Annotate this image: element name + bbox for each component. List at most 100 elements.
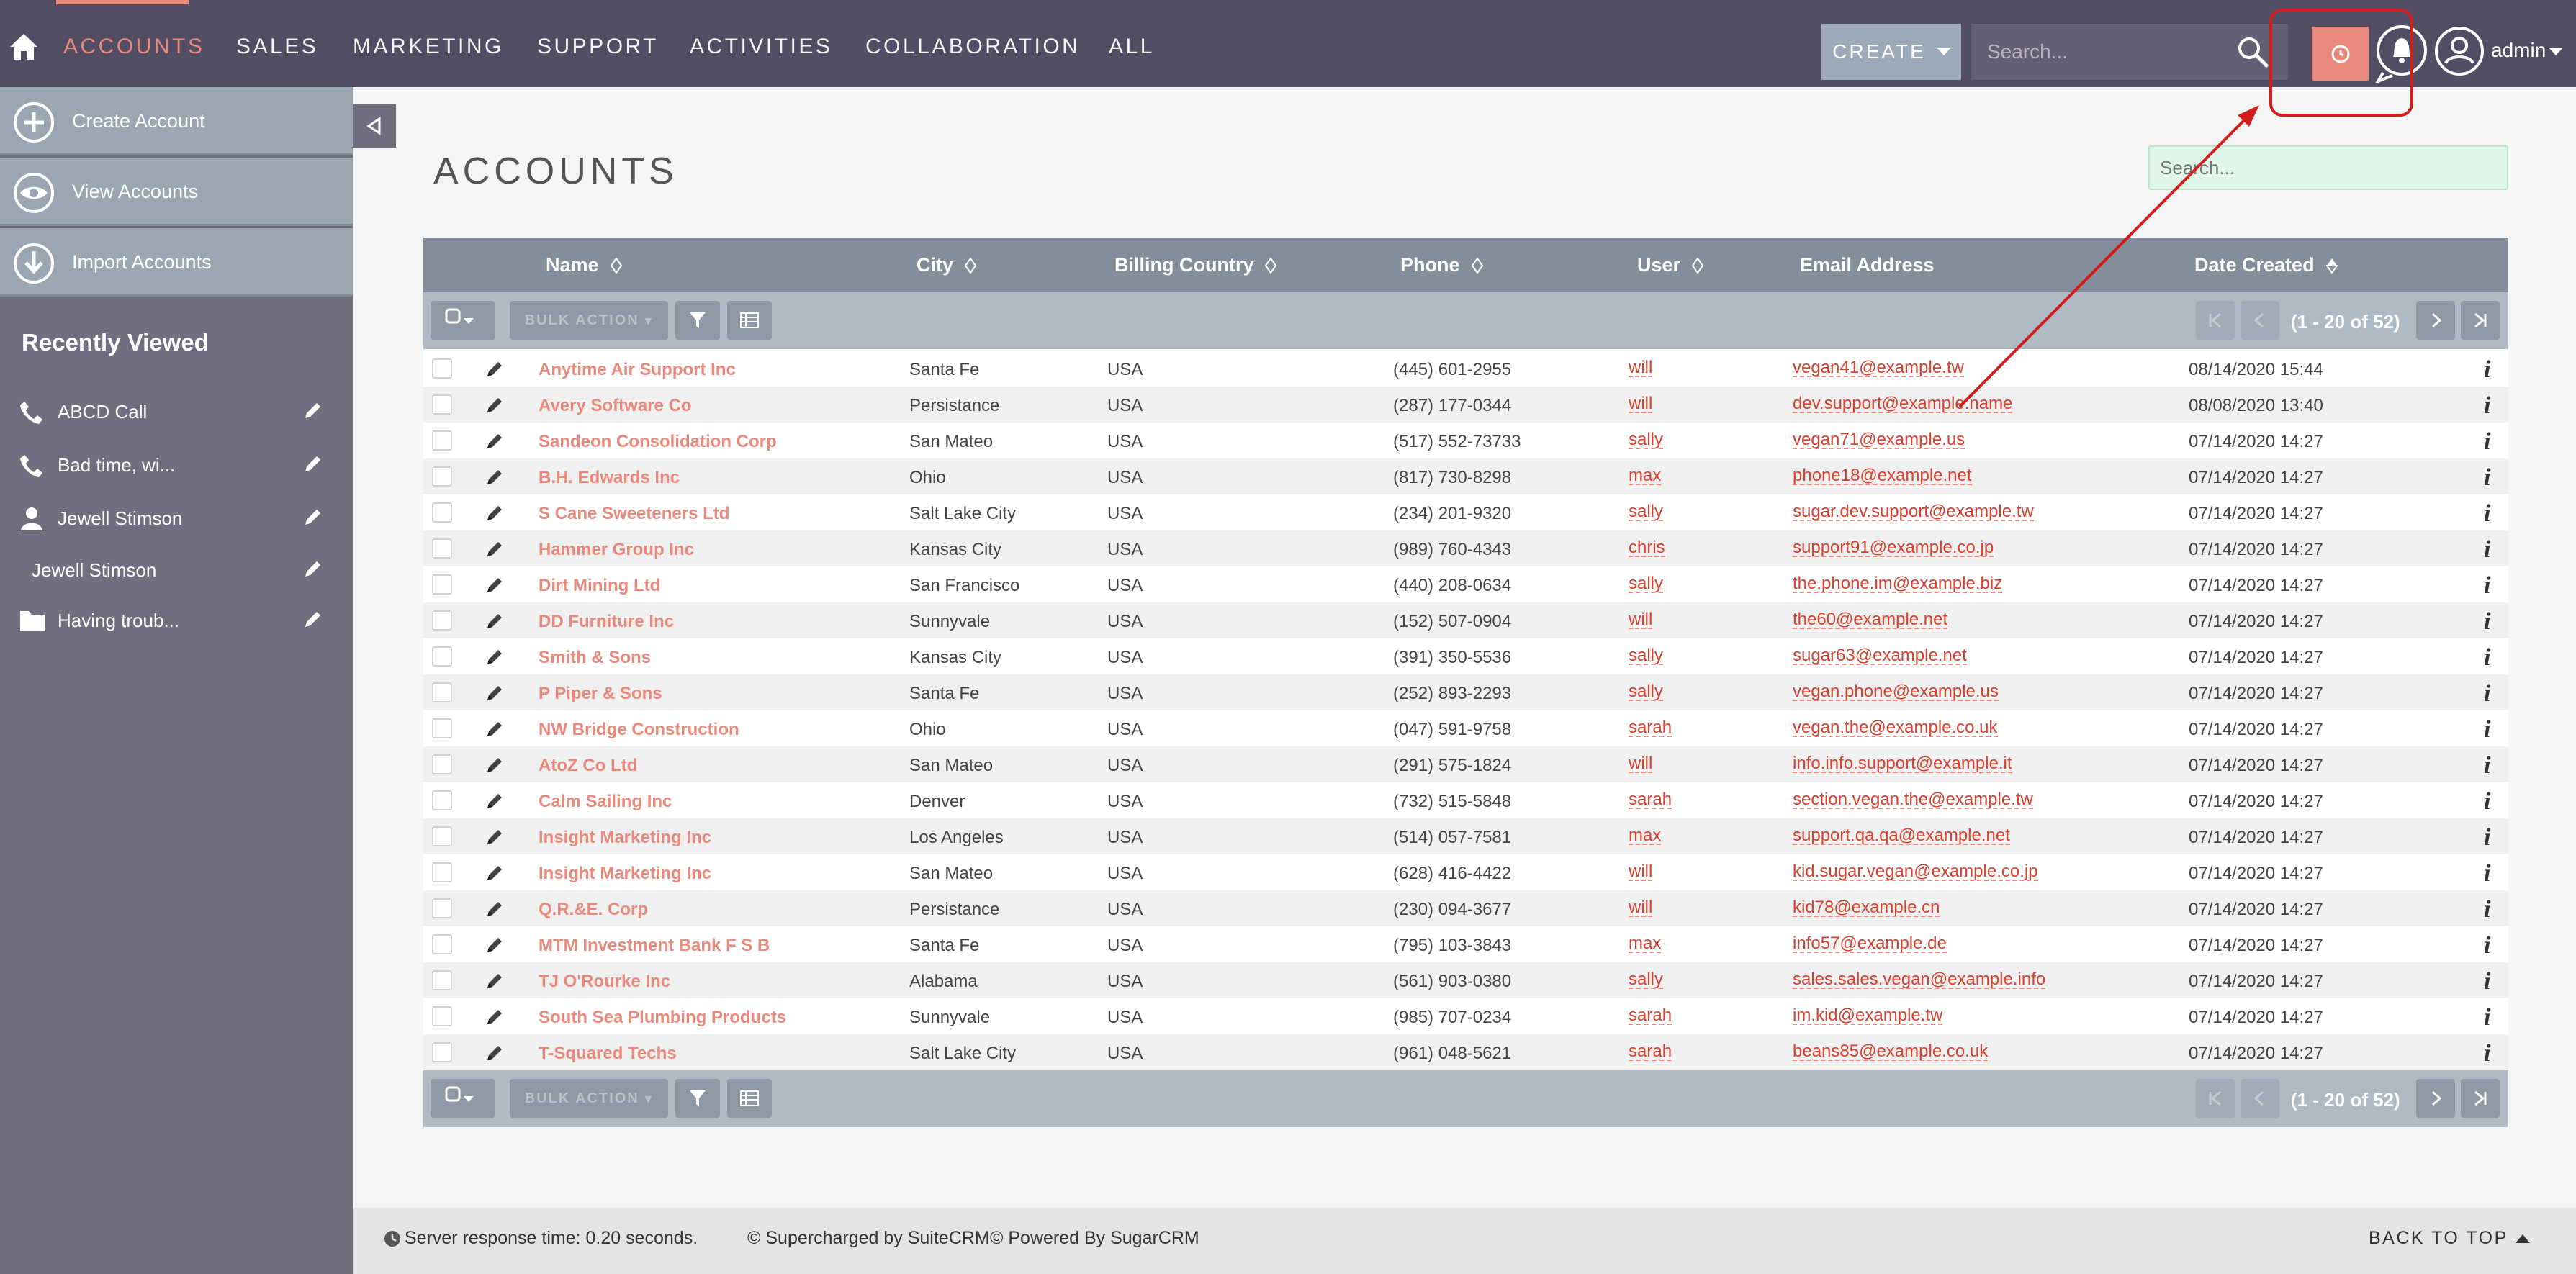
select-all-dropdown[interactable]	[431, 301, 495, 340]
cell-user-link[interactable]: sarah	[1629, 1043, 1672, 1061]
cell-email-link[interactable]: sugar63@example.net	[1793, 647, 1967, 665]
pencil-icon[interactable]	[485, 720, 504, 738]
last-page-button[interactable]	[2461, 301, 2500, 340]
pencil-icon[interactable]	[485, 468, 504, 487]
info-icon[interactable]: i	[2484, 356, 2490, 384]
pencil-icon[interactable]	[485, 540, 504, 559]
nav-collaboration[interactable]: COLLABORATION	[865, 35, 1080, 59]
row-checkbox[interactable]	[432, 682, 452, 702]
pencil-icon[interactable]	[485, 864, 504, 882]
account-name-link[interactable]: T-Squared Techs	[539, 1044, 677, 1064]
last-page-button[interactable]	[2461, 1079, 2500, 1118]
bulk-action-button[interactable]: BULK ACTION ▾	[510, 1079, 668, 1118]
first-page-button[interactable]	[2196, 301, 2235, 340]
info-icon[interactable]: i	[2484, 860, 2490, 887]
sidebar-import-accounts[interactable]: Import Accounts	[0, 228, 353, 297]
cell-email-link[interactable]: info57@example.de	[1793, 935, 1947, 953]
pencil-icon[interactable]	[485, 576, 504, 595]
recent-item[interactable]: ABCD Call	[0, 388, 353, 431]
account-name-link[interactable]: Insight Marketing Inc	[539, 828, 711, 848]
sidebar-view-accounts[interactable]: View Accounts	[0, 158, 353, 226]
cell-user-link[interactable]: will	[1629, 899, 1653, 917]
nav-all[interactable]: ALL	[1109, 35, 1155, 59]
cell-user-link[interactable]: will	[1629, 755, 1653, 773]
row-checkbox[interactable]	[432, 574, 452, 595]
column-chooser-button[interactable]	[727, 301, 772, 340]
account-name-link[interactable]: NW Bridge Construction	[539, 720, 739, 740]
cell-email-link[interactable]: support.qa.qa@example.net	[1793, 827, 2010, 845]
column-header-city[interactable]: City	[917, 254, 977, 276]
create-button[interactable]: CREATE	[1821, 24, 1961, 80]
row-checkbox[interactable]	[432, 430, 452, 451]
account-name-link[interactable]: Avery Software Co	[539, 396, 692, 416]
pencil-icon[interactable]	[485, 684, 504, 702]
suitecrm-credit[interactable]: © Supercharged by SuiteCRM	[747, 1228, 990, 1249]
cell-user-link[interactable]: will	[1629, 863, 1653, 881]
pencil-icon[interactable]	[485, 504, 504, 523]
nav-activities[interactable]: ACTIVITIES	[690, 35, 832, 59]
user-menu-name[interactable]: admin	[2491, 39, 2546, 62]
search-icon[interactable]	[2236, 35, 2269, 68]
pencil-icon[interactable]	[485, 1008, 504, 1026]
pencil-icon[interactable]	[302, 401, 323, 421]
cell-user-link[interactable]: max	[1629, 467, 1662, 485]
info-icon[interactable]: i	[2484, 932, 2490, 959]
nav-marketing[interactable]: MARKETING	[353, 35, 504, 59]
cell-user-link[interactable]: sally	[1629, 971, 1664, 989]
account-name-link[interactable]: AtoZ Co Ltd	[539, 756, 637, 776]
cell-user-link[interactable]: max	[1629, 827, 1662, 845]
column-chooser-button[interactable]	[727, 1079, 772, 1118]
info-icon[interactable]: i	[2484, 428, 2490, 456]
column-header-phone[interactable]: Phone	[1400, 254, 1483, 276]
recent-item[interactable]: Bad time, wi...	[0, 441, 353, 484]
cell-email-link[interactable]: kid78@example.cn	[1793, 899, 1940, 917]
recent-item[interactable]: Jewell Stimson	[0, 494, 353, 538]
cell-email-link[interactable]: sales.sales.vegan@example.info	[1793, 971, 2046, 989]
info-icon[interactable]: i	[2484, 608, 2490, 636]
row-checkbox[interactable]	[432, 538, 452, 559]
row-checkbox[interactable]	[432, 934, 452, 954]
cell-user-link[interactable]: sally	[1629, 575, 1664, 593]
column-header-billing-country[interactable]: Billing Country	[1114, 254, 1277, 276]
cell-user-link[interactable]: sally	[1629, 431, 1664, 449]
account-name-link[interactable]: Dirt Mining Ltd	[539, 576, 660, 596]
cell-email-link[interactable]: dev.support@example.name	[1793, 395, 2013, 413]
info-icon[interactable]: i	[2484, 968, 2490, 995]
row-checkbox[interactable]	[432, 394, 452, 415]
row-checkbox[interactable]	[432, 898, 452, 918]
row-checkbox[interactable]	[432, 466, 452, 487]
user-avatar-icon[interactable]	[2434, 26, 2485, 76]
cell-user-link[interactable]: will	[1629, 611, 1653, 629]
pencil-icon[interactable]	[485, 1044, 504, 1062]
account-name-link[interactable]: S Cane Sweeteners Ltd	[539, 504, 729, 524]
info-icon[interactable]: i	[2484, 824, 2490, 851]
column-header-user[interactable]: User	[1637, 254, 1704, 276]
row-checkbox[interactable]	[432, 826, 452, 846]
sidebar-create-account[interactable]: Create Account	[0, 87, 353, 155]
account-name-link[interactable]: Anytime Air Support Inc	[539, 360, 736, 380]
column-header-name[interactable]: Name	[546, 254, 622, 276]
account-name-link[interactable]: Sandeon Consolidation Corp	[539, 432, 777, 452]
next-page-button[interactable]	[2416, 1079, 2455, 1118]
next-page-button[interactable]	[2416, 301, 2455, 340]
info-icon[interactable]: i	[2484, 644, 2490, 672]
pencil-icon[interactable]	[302, 507, 323, 528]
cell-email-link[interactable]: section.vegan.the@example.tw	[1793, 791, 2033, 809]
filter-button[interactable]	[675, 1079, 720, 1118]
sidebar-collapse-button[interactable]	[353, 104, 396, 148]
info-icon[interactable]: i	[2484, 1004, 2490, 1031]
nav-accounts[interactable]: ACCOUNTS	[63, 35, 204, 59]
account-name-link[interactable]: Q.R.&E. Corp	[539, 900, 648, 920]
row-checkbox[interactable]	[432, 1042, 452, 1062]
cell-user-link[interactable]: sally	[1629, 503, 1664, 521]
cell-user-link[interactable]: sally	[1629, 683, 1664, 701]
column-header-date-created[interactable]: Date Created	[2194, 254, 2338, 276]
row-checkbox[interactable]	[432, 502, 452, 523]
cell-user-link[interactable]: sarah	[1629, 1007, 1672, 1025]
previous-page-button[interactable]	[2241, 1079, 2279, 1118]
cell-email-link[interactable]: vegan.the@example.co.uk	[1793, 719, 1998, 737]
first-page-button[interactable]	[2196, 1079, 2235, 1118]
recent-item[interactable]: Having troub...	[0, 597, 353, 640]
info-icon[interactable]: i	[2484, 680, 2490, 708]
account-name-link[interactable]: Insight Marketing Inc	[539, 864, 711, 884]
